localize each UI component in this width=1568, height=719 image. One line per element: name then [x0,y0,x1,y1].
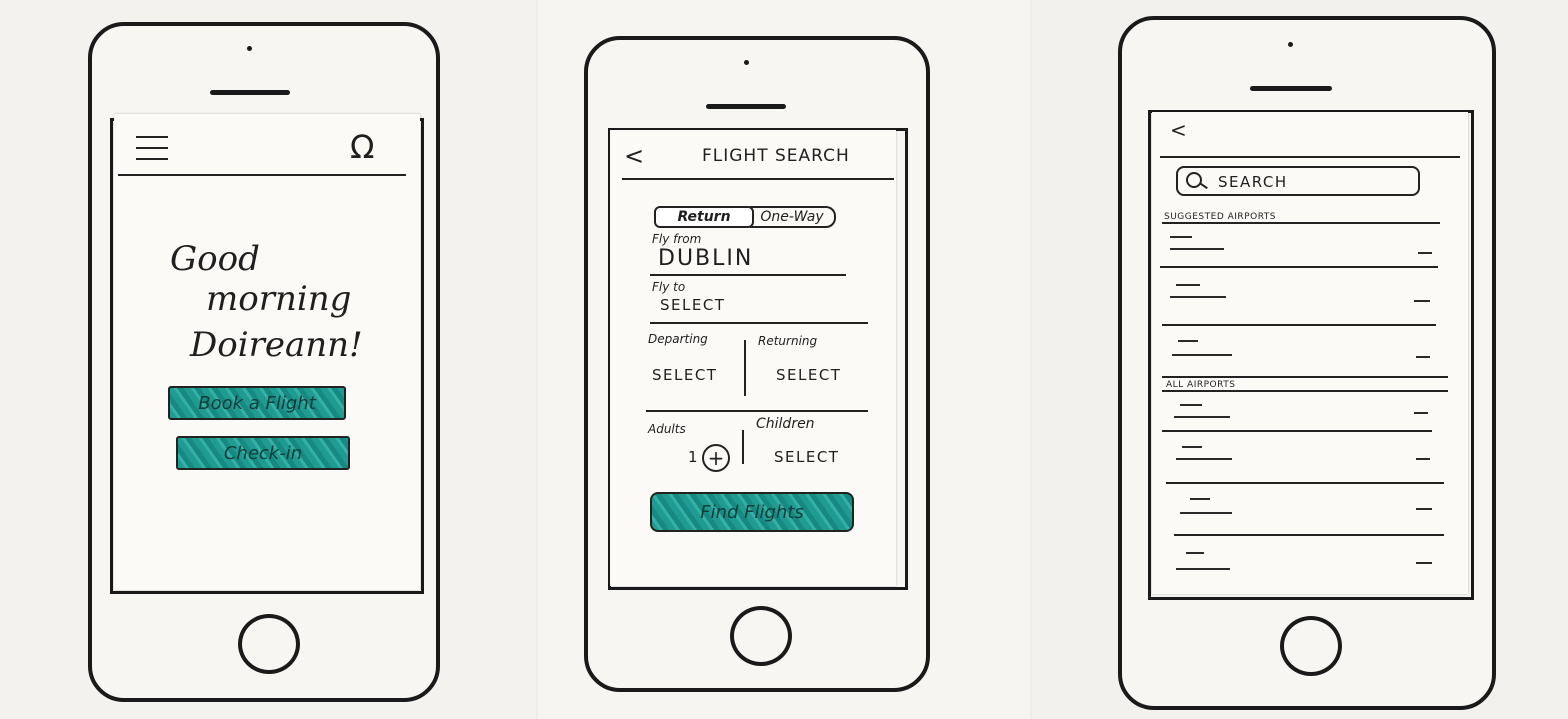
flight-search-screen: < FLIGHT SEARCH Return One-Way Fly from … [610,130,896,586]
suggested-airports-heading: SUGGESTED AIRPORTS [1164,212,1277,222]
sketch-panel-home: Ω Good morning Doireann! Book a Flight C… [0,0,536,719]
returning-label: Returning [758,334,818,348]
divider [1162,324,1436,326]
divider [1162,430,1432,432]
fly-from-value[interactable]: DUBLIN [658,246,753,271]
book-flight-button[interactable]: Book a Flight [168,386,346,420]
divider [646,410,868,412]
divider [650,274,846,276]
back-icon[interactable]: < [624,142,644,170]
search-input[interactable]: SEARCH [1176,166,1420,196]
home-button[interactable] [238,614,300,674]
home-button[interactable] [730,606,792,666]
speaker-slot [1250,86,1332,91]
back-icon[interactable]: < [1170,118,1187,142]
sketch-panel-flight-search: < FLIGHT SEARCH Return One-Way Fly from … [538,0,1030,719]
trip-type-one-way[interactable]: One-Way [750,206,836,228]
children-label: Children [756,416,815,432]
search-placeholder: SEARCH [1218,173,1288,191]
divider [650,322,868,324]
fly-to-value[interactable]: SELECT [660,296,725,314]
camera-dot [247,46,252,51]
home-screen: Ω Good morning Doireann! Book a Flight C… [114,114,420,590]
speaker-slot [210,90,290,95]
divider [1174,534,1444,536]
page-title: FLIGHT SEARCH [702,146,850,166]
greeting-line-3: Doireann! [190,325,363,365]
adults-label: Adults [648,422,686,436]
divider [1162,376,1448,378]
trip-type-return[interactable]: Return [654,206,754,228]
children-value[interactable]: SELECT [774,448,839,466]
search-icon-handle [1200,182,1208,190]
divider [1162,390,1448,392]
returning-value[interactable]: SELECT [776,366,841,384]
divider [1166,482,1444,484]
column-divider [744,340,746,396]
fly-to-label: Fly to [652,280,686,294]
fly-from-label: Fly from [652,232,702,246]
departing-label: Departing [648,332,708,346]
profile-icon[interactable]: Ω [350,128,374,166]
column-divider [742,430,744,464]
home-button[interactable] [1280,616,1342,676]
greeting-line-2: morning [206,279,352,319]
header-divider [622,178,894,180]
all-airports-heading: ALL AIRPORTS [1166,380,1236,390]
camera-dot [744,60,749,65]
check-in-button[interactable]: Check-in [176,436,350,470]
adults-value: 1 [688,448,700,466]
divider [1160,266,1438,268]
sketch-panel-airport-search: < SEARCH SUGGESTED AIRPORTS ALL AIRPORTS [1032,0,1568,719]
menu-icon[interactable] [136,136,168,162]
departing-value[interactable]: SELECT [652,366,717,384]
divider [1162,222,1440,224]
camera-dot [1288,42,1293,47]
search-icon [1186,172,1202,188]
add-adult-button[interactable]: + [702,444,730,472]
header-divider [118,174,406,176]
speaker-slot [706,104,786,109]
airport-search-screen: < SEARCH SUGGESTED AIRPORTS ALL AIRPORTS [1152,112,1468,594]
greeting-line-1: Good [170,239,260,279]
find-flights-button[interactable]: Find Flights [650,492,854,532]
header-divider [1160,156,1460,158]
